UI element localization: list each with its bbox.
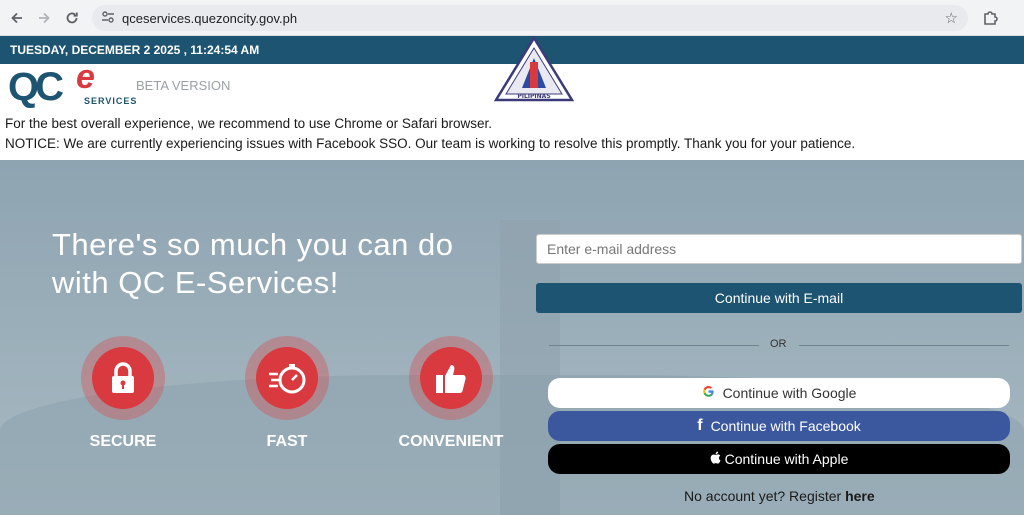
stopwatch-icon [256,347,318,409]
quezon-city-seal: PILIPINAS [494,36,574,102]
facebook-sso-notice: NOTICE: We are currently experiencing is… [5,136,856,151]
convenient-feature [409,336,493,420]
continue-with-email-button[interactable]: Continue with E-mail [536,283,1022,313]
google-icon [702,385,715,401]
puzzle-icon[interactable] [981,8,1001,28]
or-label: OR [770,338,787,350]
continue-with-apple-label: Continue with Apple [724,451,849,467]
current-datetime: TUESDAY, DECEMBER 2 2025 , 11:24:54 AM [10,43,260,57]
fast-feature [245,336,329,420]
qce-logo[interactable]: QC e SERVICES [8,58,136,109]
or-divider-left [549,345,759,346]
secure-label: SECURE [89,433,157,450]
register-prefix: No account yet? Register [684,488,842,504]
lock-icon [92,347,154,409]
headline-line-1: There's so much you can do [52,227,454,262]
register-here-link[interactable]: here [845,488,875,504]
thumbs-up-icon [420,347,482,409]
url-text: qceservices.quezoncity.gov.ph [122,11,298,26]
headline-line-2: with QC E-Services! [52,265,339,300]
forward-icon[interactable] [33,7,55,29]
facebook-icon: f [697,417,703,434]
fast-label: FAST [266,433,308,450]
seal-text: PILIPINAS [517,93,550,100]
apple-icon [710,451,721,467]
continue-with-email-label: Continue with E-mail [714,290,844,306]
continue-with-google-label: Continue with Google [722,385,857,401]
logo-qc-text: QC [8,65,64,109]
logo-e-text: e [76,58,95,96]
beta-version-label: BETA VERSION [136,78,231,93]
back-icon[interactable] [6,7,28,29]
continue-with-google-button[interactable]: Continue with Google [548,378,1010,408]
register-prompt: No account yet? Register here [684,488,875,504]
email-input[interactable] [536,234,1022,264]
site-info-icon[interactable] [100,10,116,26]
hero-section: There's so much you can do with QC E-Ser… [0,160,1024,515]
secure-feature [81,336,165,420]
browser-recommendation: For the best overall experience, we reco… [5,116,492,131]
convenient-label: CONVENIENT [398,433,504,450]
address-bar[interactable]: qceservices.quezoncity.gov.ph ☆ [92,5,968,31]
continue-with-apple-button[interactable]: Continue with Apple [548,444,1010,474]
star-icon[interactable]: ☆ [945,9,958,27]
hero-headline: There's so much you can do with QC E-Ser… [52,226,512,302]
site-header: QC e SERVICES BETA VERSION PILIPINAS For… [0,36,1024,160]
continue-with-facebook-button[interactable]: f Continue with Facebook [548,411,1010,441]
browser-toolbar: qceservices.quezoncity.gov.ph ☆ [0,0,1024,36]
logo-services-text: SERVICES [84,96,138,106]
reload-icon[interactable] [61,7,83,29]
continue-with-facebook-label: Continue with Facebook [710,418,861,434]
or-divider-right [799,345,1009,346]
